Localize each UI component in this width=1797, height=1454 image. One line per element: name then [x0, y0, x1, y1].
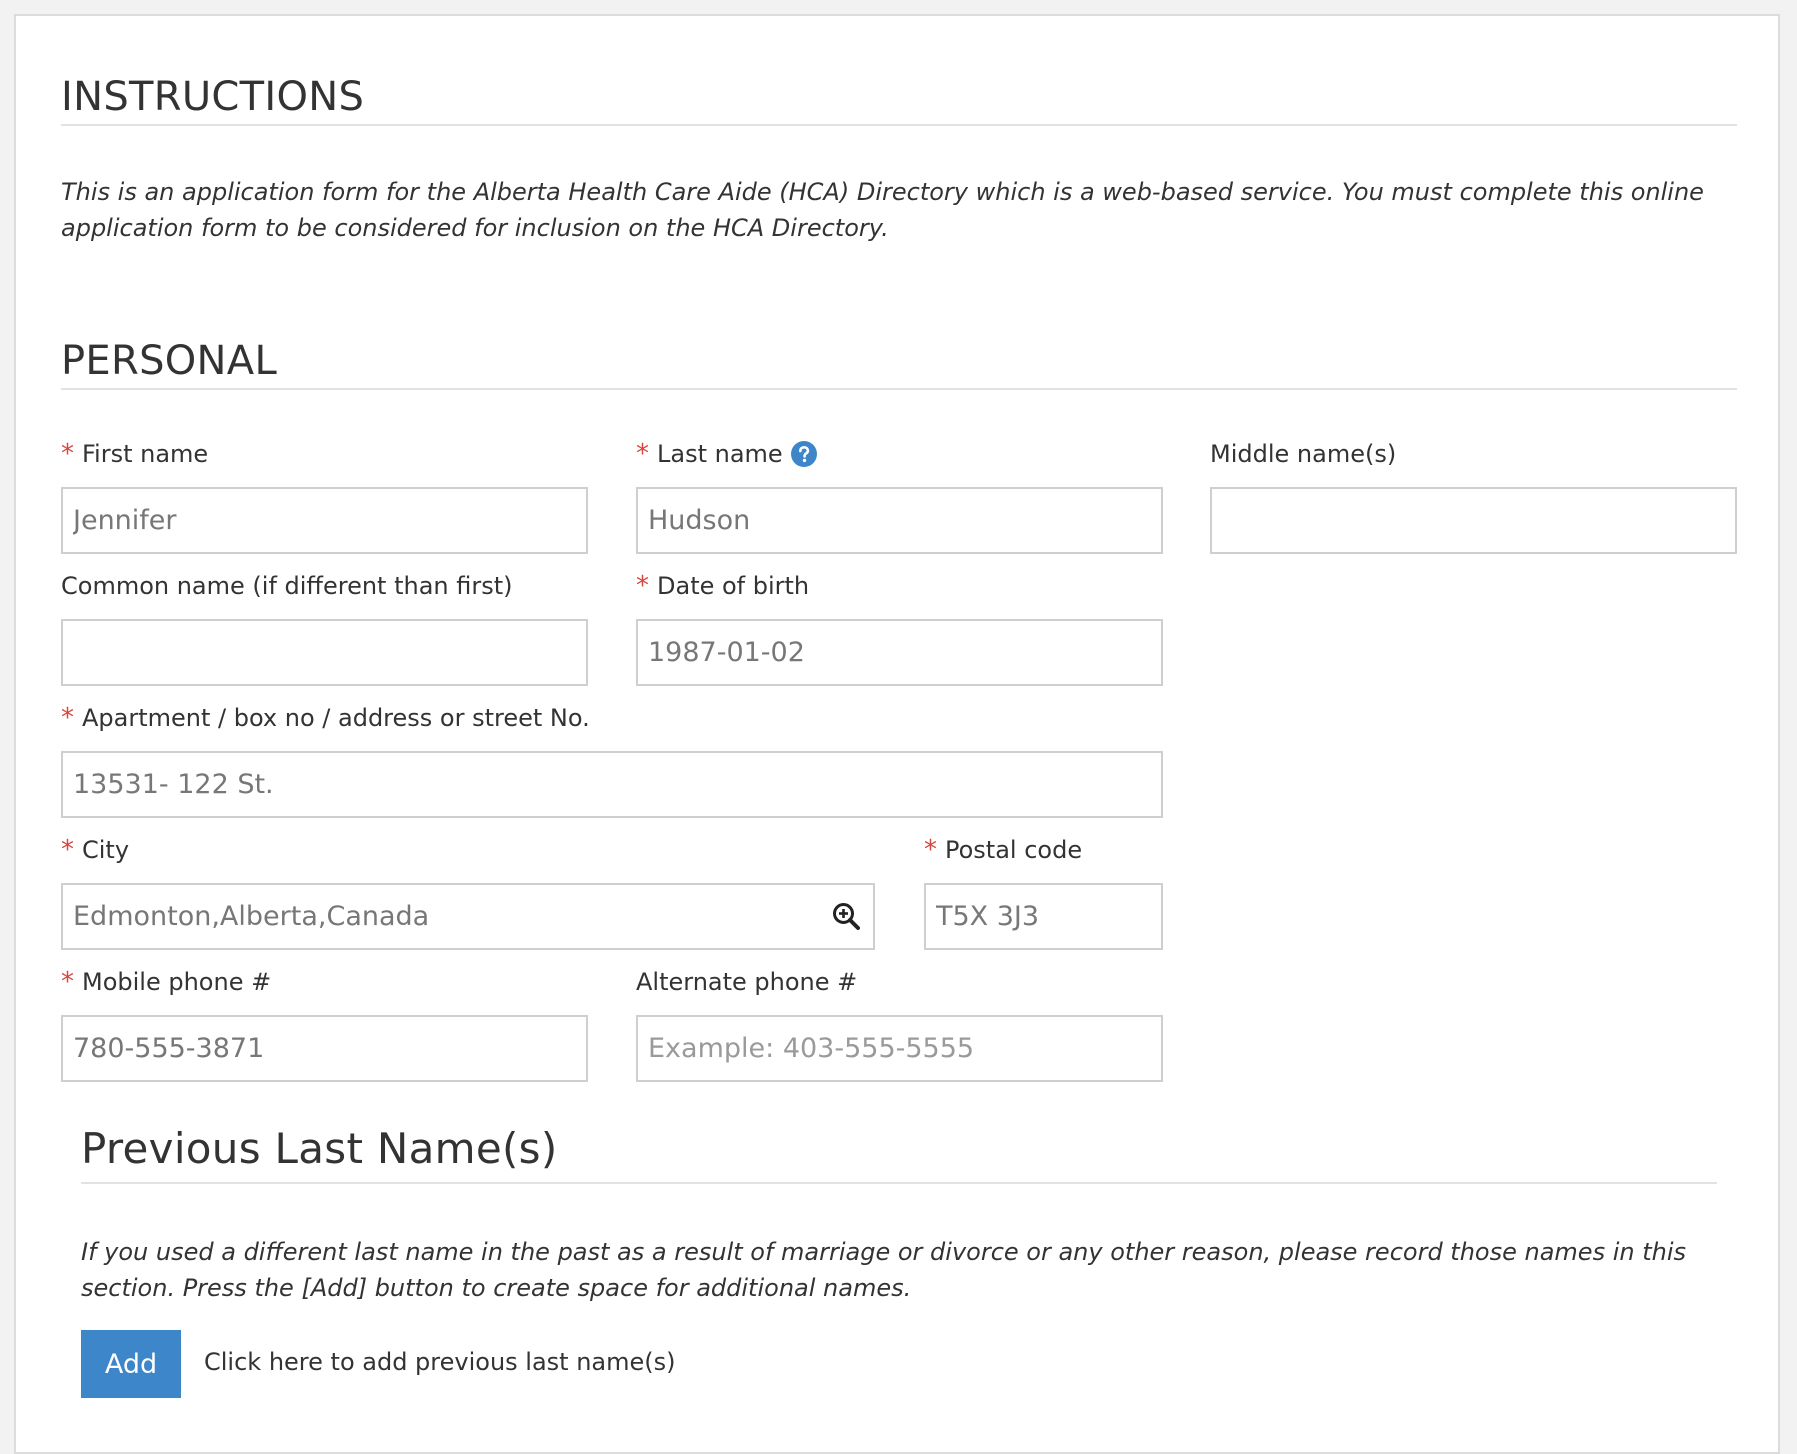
date-of-birth-label-text: Date of birth	[657, 572, 810, 600]
last-name-label-text: Last name	[657, 440, 783, 468]
alternate-phone-input[interactable]	[636, 1015, 1163, 1082]
instructions-title: INSTRUCTIONS	[61, 74, 365, 120]
common-name-label-text: Common name (if different than first)	[61, 572, 513, 600]
mobile-phone-label-text: Mobile phone #	[82, 968, 272, 996]
address-label: * Apartment / box no / address or street…	[61, 704, 590, 732]
postal-code-input[interactable]	[924, 883, 1163, 950]
previous-last-names-title: Previous Last Name(s)	[81, 1124, 558, 1173]
mobile-phone-label: * Mobile phone #	[61, 968, 271, 996]
add-previous-last-name-hint: Click here to add previous last name(s)	[204, 1348, 676, 1376]
zoom-in-search-icon[interactable]	[831, 901, 861, 931]
required-marker: *	[636, 571, 649, 601]
last-name-input[interactable]	[636, 487, 1163, 554]
previous-last-names-text: If you used a different last name in the…	[81, 1238, 1686, 1302]
required-marker: *	[61, 967, 74, 997]
required-marker: *	[61, 703, 74, 733]
instructions-divider	[61, 124, 1737, 126]
middle-names-input[interactable]	[1210, 487, 1737, 554]
date-of-birth-input[interactable]	[636, 619, 1163, 686]
first-name-label: * First name	[61, 440, 208, 468]
form-page: INSTRUCTIONS This is an application form…	[14, 14, 1780, 1454]
city-label: * City	[61, 836, 129, 864]
previous-last-names-divider	[81, 1182, 1717, 1184]
city-label-text: City	[82, 836, 130, 864]
required-marker: *	[61, 835, 74, 865]
middle-names-label: Middle name(s)	[1210, 440, 1396, 468]
postal-code-label: * Postal code	[924, 836, 1082, 864]
question-circle-icon[interactable]	[790, 441, 817, 467]
address-input[interactable]	[61, 751, 1163, 818]
mobile-phone-input[interactable]	[61, 1015, 588, 1082]
postal-code-label-text: Postal code	[945, 836, 1083, 864]
required-marker: *	[61, 439, 74, 469]
alternate-phone-label: Alternate phone #	[636, 968, 857, 996]
first-name-input[interactable]	[61, 487, 588, 554]
first-name-label-text: First name	[82, 440, 209, 468]
address-label-text: Apartment / box no / address or street N…	[82, 704, 590, 732]
city-input[interactable]	[61, 883, 875, 950]
add-previous-last-name-button[interactable]: Add	[81, 1330, 181, 1398]
middle-names-label-text: Middle name(s)	[1210, 440, 1397, 468]
personal-title: PERSONAL	[61, 338, 278, 384]
required-marker: *	[636, 439, 649, 469]
instructions-text: This is an application form for the Albe…	[61, 178, 1704, 242]
required-marker: *	[924, 835, 937, 865]
personal-divider	[61, 388, 1737, 390]
city-field	[61, 883, 875, 950]
common-name-input[interactable]	[61, 619, 588, 686]
last-name-label: * Last name	[636, 440, 817, 468]
common-name-label: Common name (if different than first)	[61, 572, 513, 600]
date-of-birth-label: * Date of birth	[636, 572, 809, 600]
alternate-phone-label-text: Alternate phone #	[636, 968, 858, 996]
